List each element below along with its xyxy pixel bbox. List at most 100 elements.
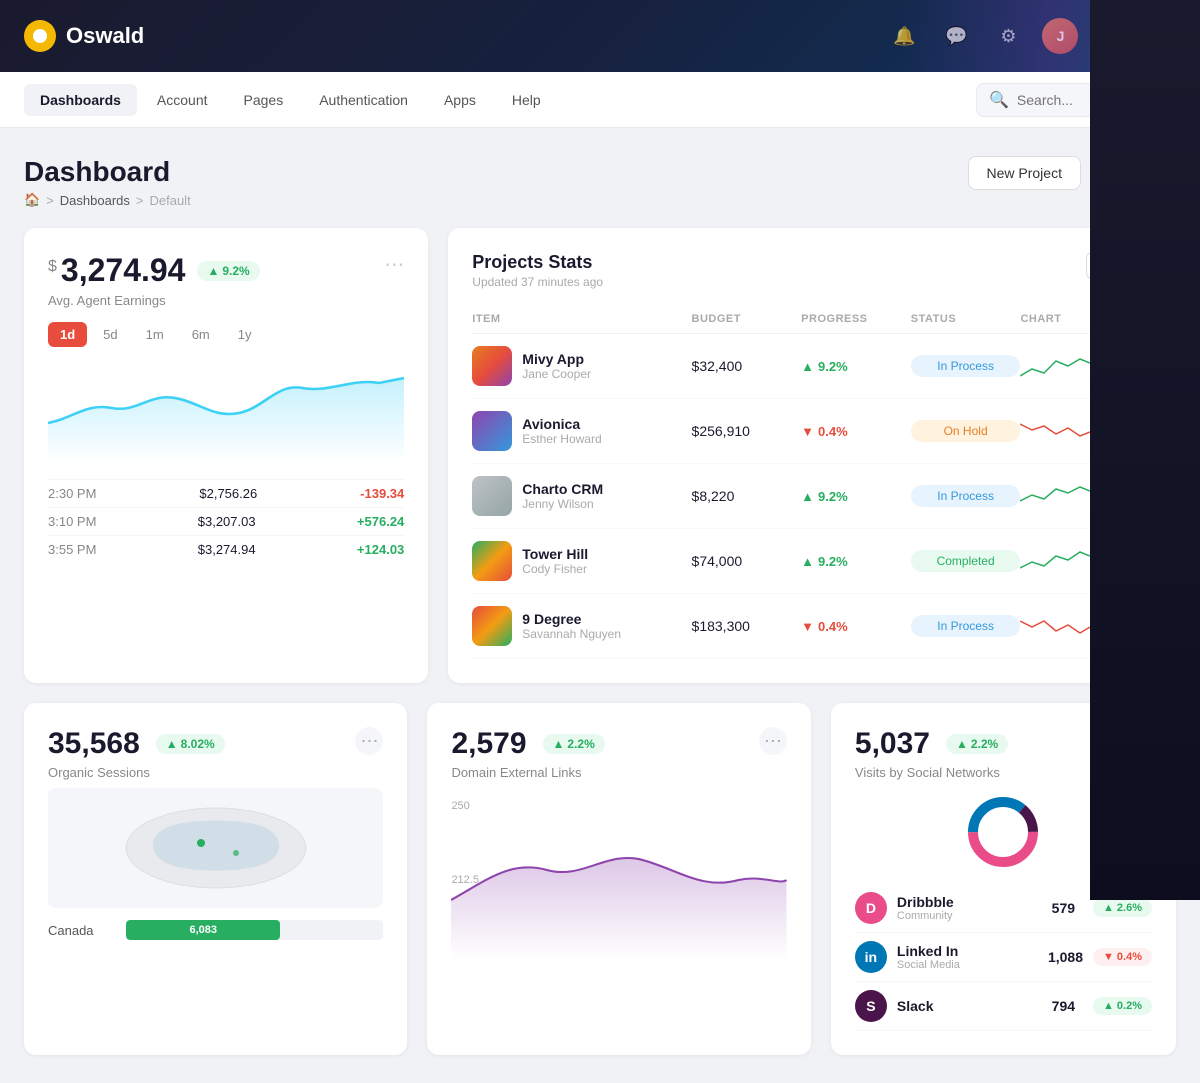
col-budget: BUDGET — [692, 313, 802, 325]
project-chart-tower — [1020, 546, 1108, 576]
search-box[interactable]: 🔍 — [976, 83, 1176, 117]
nav-help[interactable]: Help — [496, 84, 557, 116]
canada-bar-fill: 6,083 — [126, 920, 280, 940]
project-icon-avionica — [472, 411, 512, 451]
share-icon[interactable]: ⚙ — [990, 18, 1026, 54]
social-badge: ▲2.2% — [946, 734, 1008, 754]
logo-icon — [24, 20, 56, 52]
project-progress-avionica: ▼0.4% — [801, 424, 911, 439]
project-status-tower: Completed — [911, 550, 1021, 572]
header-buttons: New Project Reports — [968, 156, 1177, 190]
canada-bar: 6,083 — [126, 920, 383, 940]
external-number: 2,579 ▲2.2% — [451, 727, 604, 761]
project-name-mivy: Mivy App — [522, 351, 591, 367]
project-chart-charto — [1020, 481, 1108, 511]
projects-subtitle: Updated 37 minutes ago — [472, 275, 603, 289]
slack-count: 794 — [1052, 998, 1075, 1014]
nav-account[interactable]: Account — [141, 84, 224, 116]
more-options-icon[interactable]: ⋯ — [384, 252, 404, 277]
breadcrumb-default: Default — [149, 193, 190, 208]
project-person-tower: Cody Fisher — [522, 562, 588, 576]
top-cards-row: $ 3,274.94 ▲9.2% Avg. Agent Earnings ⋯ 1… — [24, 228, 1176, 683]
linkedin-count: 1,088 — [1048, 949, 1083, 965]
user-avatar[interactable]: J — [1042, 18, 1078, 54]
project-budget-mivy: $32,400 — [692, 358, 802, 374]
organic-badge: ▲8.02% — [156, 734, 225, 754]
home-icon: 🏠 — [24, 192, 40, 208]
project-icon-tower — [472, 541, 512, 581]
canada-row: Canada 6,083 — [48, 920, 383, 940]
app-name: Oswald — [66, 23, 144, 49]
project-view-mivy[interactable]: → — [1108, 352, 1136, 380]
nav-authentication[interactable]: Authentication — [303, 84, 424, 116]
project-row-avionica: Avionica Esther Howard $256,910 ▼0.4% On… — [472, 399, 1152, 464]
history-button[interactable]: History — [1086, 252, 1152, 279]
dribbble-info: Dribbble Community — [897, 894, 954, 922]
project-budget-avionica: $256,910 — [692, 423, 802, 439]
col-chart: CHART — [1020, 313, 1108, 325]
col-status: STATUS — [911, 313, 1021, 325]
currency-symbol: $ — [48, 258, 57, 276]
page-title: Dashboard — [24, 156, 191, 188]
organic-more-icon[interactable]: ⋯ — [355, 727, 383, 755]
project-status-mivy: In Process — [911, 355, 1021, 377]
dribbble-icon: D — [855, 892, 887, 924]
search-input[interactable] — [1017, 92, 1163, 108]
filter-5d[interactable]: 5d — [91, 322, 129, 347]
social-more-icon[interactable]: ⋯ — [1124, 727, 1152, 755]
earnings-chart — [48, 363, 404, 463]
linkedin-name: Linked In — [897, 943, 960, 959]
project-person-charto: Jenny Wilson — [522, 497, 603, 511]
reports-button[interactable]: Reports — [1091, 157, 1176, 189]
new-project-button[interactable]: New Project — [968, 156, 1081, 190]
project-name-9degree: 9 Degree — [522, 611, 621, 627]
project-icon-charto — [472, 476, 512, 516]
project-row-9degree: 9 Degree Savannah Nguyen $183,300 ▼0.4% … — [472, 594, 1152, 659]
nav-apps[interactable]: Apps — [428, 84, 492, 116]
filter-1y[interactable]: 1y — [226, 322, 264, 347]
breadcrumb-dashboards[interactable]: Dashboards — [60, 193, 130, 208]
project-name-avionica: Avionica — [522, 416, 601, 432]
nav-pages[interactable]: Pages — [228, 84, 300, 116]
bottom-cards-row: 35,568 ▲8.02% Organic Sessions ⋯ Canada — [24, 703, 1176, 1055]
secondary-nav: Dashboards Account Pages Authentication … — [0, 72, 1200, 128]
breadcrumb: 🏠 > Dashboards > Default — [24, 192, 191, 208]
projects-table-header: ITEM BUDGET PROGRESS STATUS CHART VIEW — [472, 305, 1152, 334]
project-item-tower: Tower Hill Cody Fisher — [472, 541, 691, 581]
external-label: Domain External Links — [451, 765, 604, 780]
social-label: Visits by Social Networks — [855, 765, 1008, 780]
project-view-charto[interactable]: → — [1108, 482, 1136, 510]
project-view-tower[interactable]: → — [1108, 547, 1136, 575]
external-more-icon[interactable]: ⋯ — [759, 727, 787, 755]
project-item-mivy: Mivy App Jane Cooper — [472, 346, 691, 386]
project-view-9degree[interactable]: → — [1108, 612, 1136, 640]
invite-button[interactable]: + Invite — [1094, 20, 1176, 52]
slack-badge: ▲0.2% — [1093, 997, 1152, 1015]
project-item-charto: Charto CRM Jenny Wilson — [472, 476, 691, 516]
project-budget-9degree: $183,300 — [692, 618, 802, 634]
project-status-9degree: In Process — [911, 615, 1021, 637]
external-header: 2,579 ▲2.2% Domain External Links — [451, 727, 604, 780]
filter-1m[interactable]: 1m — [134, 322, 176, 347]
project-name-charto: Charto CRM — [522, 481, 603, 497]
projects-card: Projects Stats Updated 37 minutes ago Hi… — [448, 228, 1176, 683]
project-view-avionica[interactable]: → — [1108, 417, 1136, 445]
notifications-icon[interactable]: 🔔 — [886, 18, 922, 54]
social-donut-chart — [855, 792, 1152, 872]
linkedin-info: Linked In Social Media — [897, 943, 960, 971]
social-networks-card: 5,037 ▲2.2% Visits by Social Networks ⋯ … — [831, 703, 1176, 1055]
chat-icon[interactable]: 💬 — [938, 18, 974, 54]
dribbble-sub: Community — [897, 910, 954, 922]
filter-6m[interactable]: 6m — [180, 322, 222, 347]
earnings-label: Avg. Agent Earnings — [48, 293, 260, 308]
filter-1d[interactable]: 1d — [48, 322, 87, 347]
map-visualization — [48, 788, 383, 908]
project-name-tower: Tower Hill — [522, 546, 588, 562]
slack-info: Slack — [897, 998, 934, 1014]
projects-card-header: Projects Stats Updated 37 minutes ago Hi… — [472, 252, 1152, 289]
data-row-3: 3:55 PM $3,274.94 +124.03 — [48, 535, 404, 563]
project-person-9degree: Savannah Nguyen — [522, 627, 621, 641]
nav-dashboards[interactable]: Dashboards — [24, 84, 137, 116]
top-bar: Oswald 🔔 💬 ⚙ J + Invite — [0, 0, 1200, 72]
project-icon-mivy — [472, 346, 512, 386]
